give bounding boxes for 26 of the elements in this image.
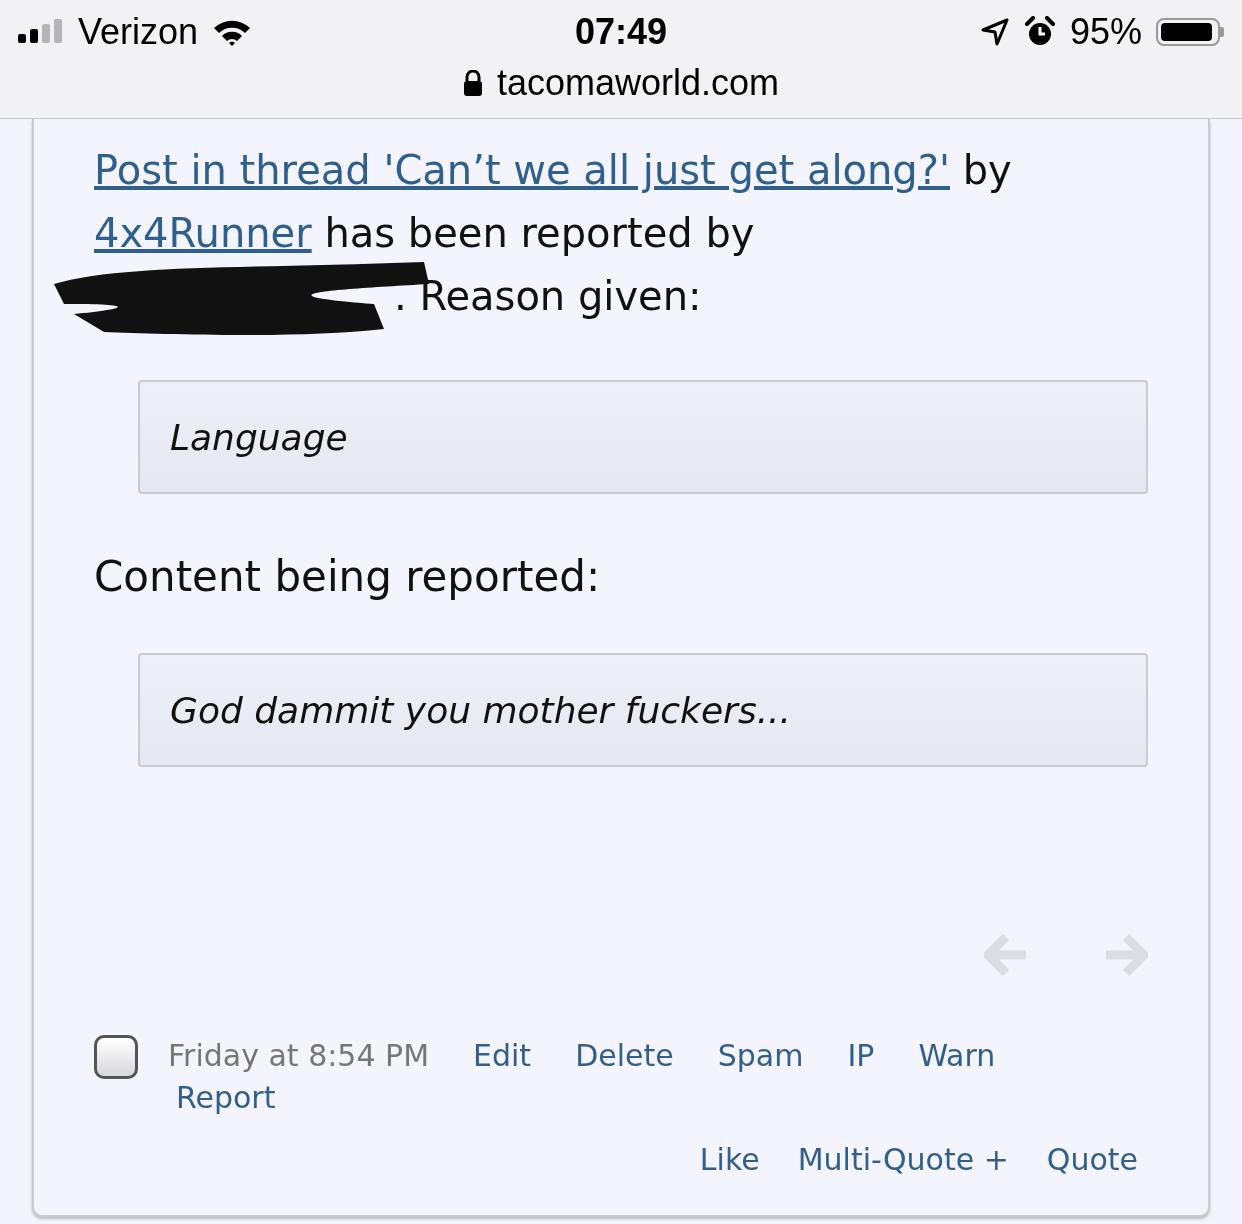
signal-icon bbox=[18, 19, 64, 45]
content-label: Content being reported: bbox=[94, 552, 602, 601]
location-arrow-icon bbox=[979, 17, 1010, 47]
battery-icon bbox=[1156, 18, 1224, 46]
action-link[interactable]: Edit bbox=[473, 1035, 532, 1077]
report-sentence: Post in thread 'Can’t we all just get along?' by 4x4Runner has been reported by . Reason given: bbox=[94, 139, 1148, 328]
action-link[interactable]: Like bbox=[699, 1139, 760, 1181]
content-quote: God dammit you mother fuckers... bbox=[138, 653, 1148, 767]
action-link[interactable]: Multi-Quote + bbox=[797, 1139, 1009, 1181]
action-link[interactable]: Delete bbox=[575, 1035, 674, 1077]
author-link[interactable]: 4x4Runner bbox=[94, 210, 312, 256]
alarm-clock-icon bbox=[1023, 16, 1056, 48]
lock-icon bbox=[462, 70, 483, 96]
action-link[interactable]: Report bbox=[176, 1077, 276, 1119]
action-link[interactable]: IP bbox=[847, 1035, 875, 1077]
clock-time: 07:49 bbox=[574, 11, 668, 53]
carrier-name: Verizon bbox=[78, 11, 199, 53]
action-link[interactable]: Warn bbox=[918, 1035, 996, 1077]
reason-quote: Language bbox=[138, 380, 1148, 494]
action-link[interactable]: Spam bbox=[717, 1035, 804, 1077]
select-checkbox[interactable] bbox=[94, 1035, 138, 1079]
battery-percentage: 95% bbox=[1069, 11, 1142, 53]
thread-link[interactable]: Post in thread 'Can’t we all just get along?' bbox=[94, 147, 950, 193]
post-date: Friday at 8:54 PM bbox=[168, 1037, 430, 1075]
action-link[interactable]: Quote bbox=[1046, 1139, 1138, 1181]
address-url[interactable]: tacomaworld.com bbox=[496, 62, 780, 104]
